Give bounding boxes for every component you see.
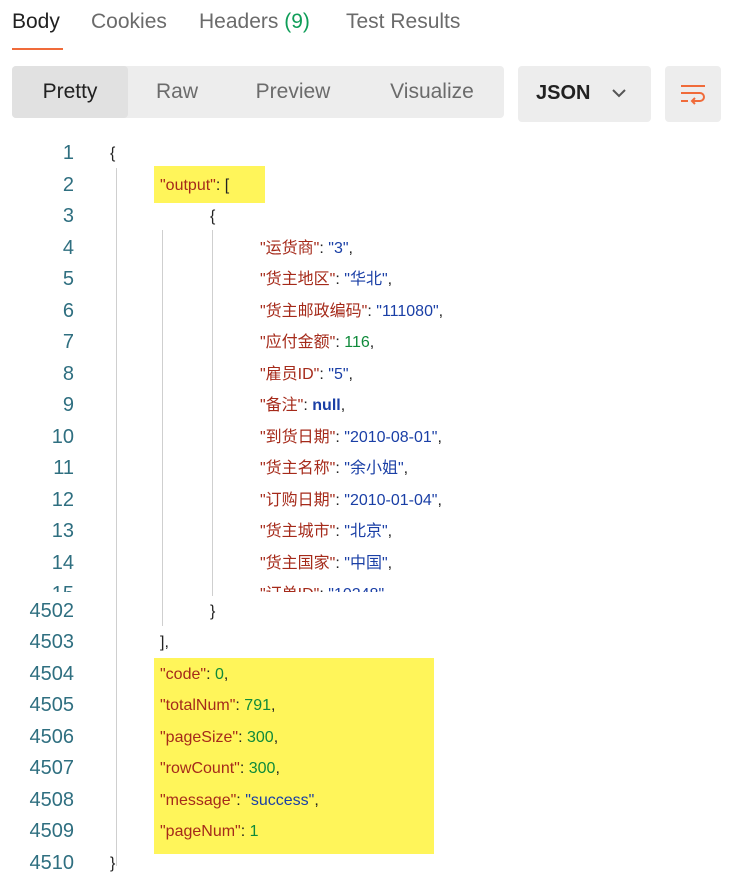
- code-line: 1{: [0, 138, 733, 169]
- code-text: }: [110, 855, 116, 872]
- code-text: "备注": null,: [260, 397, 346, 414]
- code-line: 6 "货主邮政编码": "111080",: [0, 296, 733, 327]
- code-text: "code": 0,: [160, 666, 229, 683]
- code-line: 3{: [0, 201, 733, 232]
- code-text: {: [210, 208, 216, 225]
- code-line: 11 "货主名称": "余小姐",: [0, 453, 733, 484]
- code-text: }: [210, 603, 216, 620]
- code-text: ],: [160, 634, 169, 651]
- code-scroll-region[interactable]: 1{2 "output": [3{4 "运货商": "3", 5 "货主地区": "华北…: [0, 138, 733, 592]
- code-line: 4502}: [0, 596, 733, 627]
- line-number: 12: [51, 488, 74, 511]
- code-line: 13 "货主城市": "北京",: [0, 516, 733, 547]
- code-line: 7 "应付金额": 116,: [0, 327, 733, 358]
- line-number: 14: [51, 551, 74, 574]
- code-line: 4503],: [0, 627, 733, 658]
- wrap-lines-icon: [681, 85, 705, 105]
- code-text: "订单ID": "10248",: [260, 579, 389, 592]
- code-text: "运货商": "3",: [260, 239, 353, 257]
- code-line: 9 "备注": null,: [0, 390, 733, 421]
- line-number: 4510: [29, 852, 75, 874]
- line-number: 5: [62, 268, 74, 290]
- code-text: "pageNum": 1: [160, 823, 259, 840]
- line-number: 4506: [29, 726, 75, 748]
- code-line: 5 "货主地区": "华北",: [0, 264, 733, 295]
- code-line: 4507 "rowCount": 300,: [0, 753, 733, 784]
- code-text: {: [110, 145, 116, 162]
- code-line: 4508 "message": "success",: [0, 785, 733, 816]
- line-number: 4502: [29, 600, 75, 622]
- format-dropdown[interactable]: JSON: [518, 66, 651, 122]
- line-number: 11: [53, 457, 74, 479]
- format-label: JSON: [536, 82, 591, 104]
- code-line: 4 "运货商": "3",: [0, 233, 733, 264]
- line-number: 4504: [29, 663, 75, 685]
- code-text: "到货日期": "2010-08-01",: [260, 428, 442, 446]
- tab-test-results[interactable]: Test Results: [346, 10, 460, 34]
- code-text: "rowCount": 300,: [160, 760, 280, 777]
- view-pretty-button[interactable]: Pretty: [12, 66, 128, 118]
- response-tabs: Body Cookies Headers (9) Test Results: [0, 0, 733, 52]
- code-text: "totalNum": 791,: [160, 697, 276, 714]
- code-line: 4506 "pageSize": 300,: [0, 722, 733, 753]
- code-line: 10 "到货日期": "2010-08-01",: [0, 422, 733, 453]
- wrap-lines-button[interactable]: [665, 66, 721, 122]
- tab-headers[interactable]: Headers (9): [199, 10, 310, 34]
- code-line: 4505 "totalNum": 791,: [0, 690, 733, 721]
- view-raw-button[interactable]: Raw: [128, 66, 226, 118]
- code-line: 2 "output": [: [0, 170, 733, 201]
- code-line: 4510}: [0, 848, 733, 879]
- line-number: 13: [51, 520, 74, 542]
- code-text: "货主名称": "余小姐",: [260, 460, 409, 477]
- line-number: 4507: [29, 757, 75, 779]
- line-number: 4508: [29, 789, 75, 811]
- chevron-down-icon: [612, 89, 626, 98]
- line-number: 7: [62, 331, 74, 353]
- line-number: 4505: [29, 694, 75, 716]
- code-text: "货主邮政编码": "111080",: [260, 302, 444, 320]
- tab-cookies[interactable]: Cookies: [91, 10, 167, 34]
- code-text: "雇员ID": "5",: [260, 365, 353, 383]
- line-number: 6: [62, 299, 74, 322]
- code-text: "订购日期": "2010-01-04",: [260, 491, 442, 509]
- code-text: "货主地区": "华北",: [260, 271, 393, 288]
- code-line: 4504 "code": 0,: [0, 659, 733, 690]
- code-line: 4509 "pageNum": 1: [0, 816, 733, 847]
- code-line: 12 "订购日期": "2010-01-04",: [0, 485, 733, 516]
- view-mode-selector: Pretty Raw Preview Visualize: [12, 66, 504, 118]
- view-preview-button[interactable]: Preview: [226, 66, 360, 118]
- code-text: "message": "success",: [160, 792, 319, 809]
- line-number: 1: [62, 142, 74, 164]
- code-line: 15 "订单ID": "10248",: [0, 579, 733, 592]
- line-number: 4: [62, 236, 74, 259]
- line-number: 8: [62, 362, 74, 385]
- line-number: 9: [62, 394, 74, 416]
- code-line: 8 "雇员ID": "5",: [0, 359, 733, 390]
- line-number: 15: [0, 579, 74, 592]
- line-number: 4509: [29, 820, 75, 842]
- code-text: "货主国家": "中国",: [260, 554, 393, 572]
- code-text: "货主城市": "北京",: [260, 523, 393, 540]
- active-tab-indicator: [12, 48, 63, 50]
- view-visualize-button[interactable]: Visualize: [360, 66, 504, 118]
- code-text: "pageSize": 300,: [160, 729, 279, 746]
- line-number: 3: [62, 205, 74, 227]
- tab-headers-label: Headers: [199, 10, 279, 33]
- tab-body[interactable]: Body: [12, 10, 60, 34]
- line-number: 2: [62, 173, 74, 196]
- code-text: "应付金额": 116,: [260, 334, 375, 351]
- line-number: 4503: [29, 631, 75, 653]
- line-number: 10: [51, 425, 74, 448]
- code-text: "output": [: [160, 176, 230, 194]
- code-line: 14 "货主国家": "中国",: [0, 548, 733, 579]
- headers-count-badge: (9): [284, 10, 310, 33]
